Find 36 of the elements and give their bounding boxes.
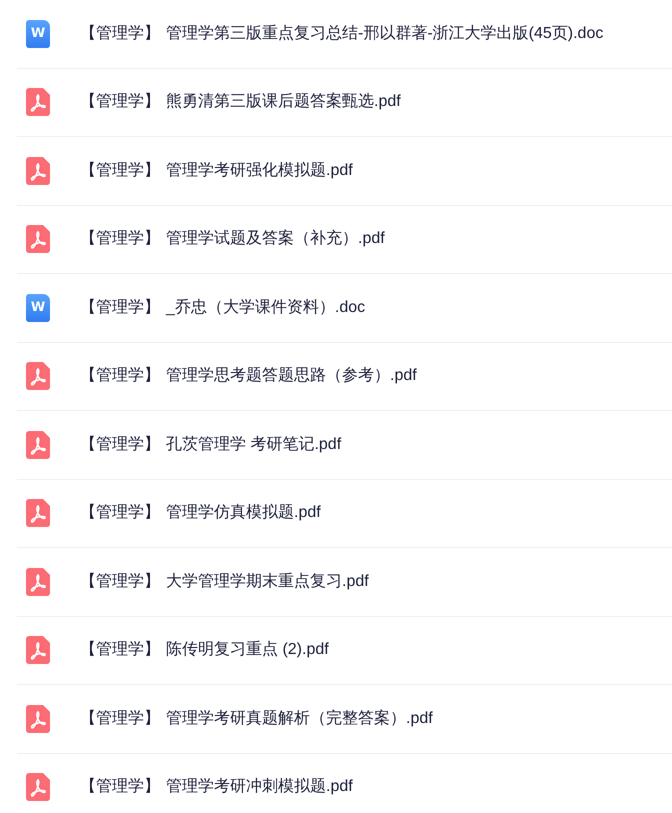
file-name-link[interactable]: 孔茨管理学 考研笔记.pdf	[166, 432, 342, 457]
file-tag: 【管理学】	[80, 638, 160, 662]
file-tag: 【管理学】	[80, 296, 160, 320]
word-document-icon: W	[26, 294, 50, 322]
file-tag: 【管理学】	[80, 501, 160, 526]
pdf-document-icon	[26, 636, 50, 664]
pdf-document-icon	[26, 430, 50, 459]
file-tag: 【管理学】	[80, 364, 160, 388]
file-tag: 【管理学】	[80, 775, 160, 800]
pdf-document-icon	[26, 568, 50, 596]
file-tag: 【管理学】	[80, 706, 160, 731]
file-name-link[interactable]: 大学管理学期末重点复习.pdf	[166, 570, 369, 594]
file-name-link[interactable]: 管理学考研冲刺模拟题.pdf	[166, 775, 353, 800]
file-name-link[interactable]: 管理学思考题答题思路（参考）.pdf	[166, 364, 417, 388]
pdf-document-icon	[26, 773, 50, 802]
file-tag: 【管理学】	[80, 90, 160, 114]
pdf-document-icon	[26, 704, 50, 733]
file-name-link[interactable]: 管理学考研真题解析（完整答案）.pdf	[166, 706, 433, 731]
file-name-link[interactable]: 管理学仿真模拟题.pdf	[166, 501, 321, 526]
file-tag: 【管理学】	[80, 158, 160, 183]
file-name-link[interactable]: 管理学试题及答案（补充）.pdf	[166, 227, 385, 252]
pdf-document-icon	[26, 156, 50, 185]
pdf-document-icon	[26, 225, 50, 254]
file-name-link[interactable]: 熊勇清第三版课后题答案甄选.pdf	[166, 90, 401, 114]
file-tag: 【管理学】	[80, 570, 160, 594]
file-name-link[interactable]: _乔忠（大学课件资料）.doc	[166, 296, 366, 320]
file-name-link[interactable]: 陈传明复习重点 (2).pdf	[166, 638, 329, 662]
file-tag: 【管理学】	[80, 432, 160, 457]
pdf-document-icon	[26, 499, 50, 528]
word-document-icon: W	[26, 20, 50, 48]
file-name-link[interactable]: 管理学第三版重点复习总结-邢以群著-浙江大学出版(45页).doc	[166, 22, 604, 46]
file-tag: 【管理学】	[80, 227, 160, 252]
file-tag: 【管理学】	[80, 22, 160, 46]
pdf-document-icon	[26, 362, 50, 390]
file-name-link[interactable]: 管理学考研强化模拟题.pdf	[166, 158, 353, 183]
pdf-document-icon	[26, 88, 50, 116]
